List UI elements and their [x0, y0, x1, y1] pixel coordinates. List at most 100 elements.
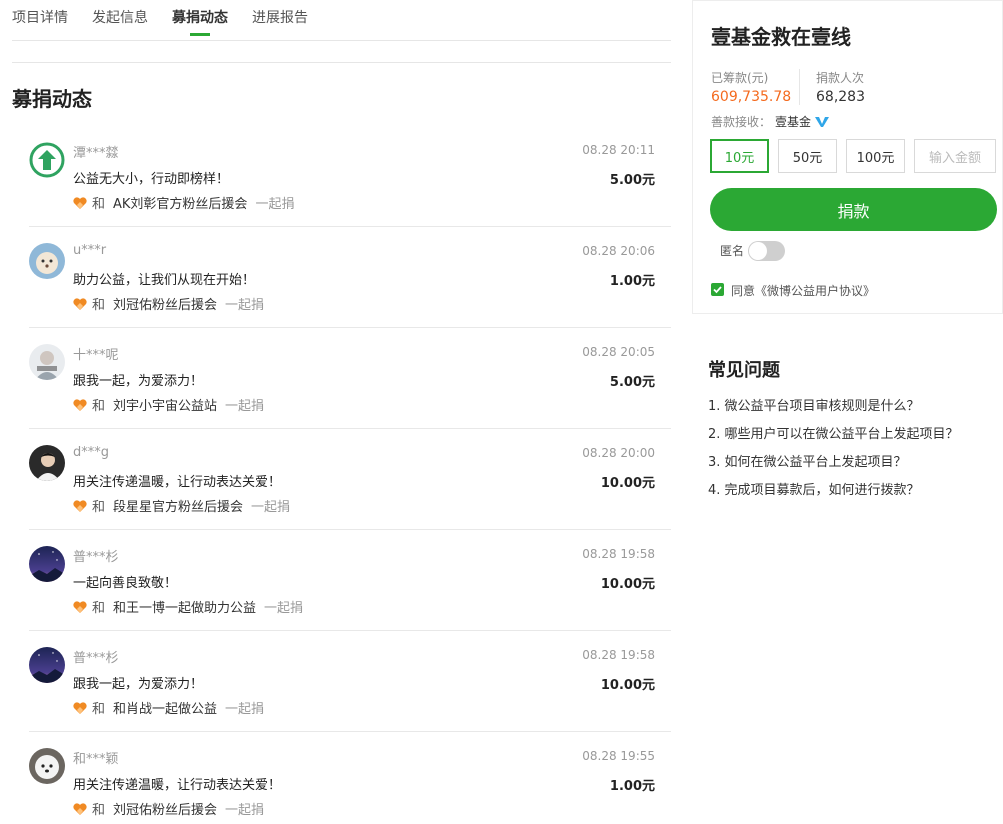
- together-line: 和 AK刘彰官方粉丝后援会 一起捐: [73, 193, 294, 212]
- donation-message: 助力公益，让我们从现在开始！: [73, 269, 255, 288]
- avatar[interactable]: [29, 647, 65, 683]
- amount-option-10[interactable]: 10元: [710, 139, 769, 173]
- agree-checkbox[interactable]: [711, 283, 724, 296]
- feed-item: 普***杉 08.28 19:58 一起向善良致敬！ 10.00元 和 和王一博…: [29, 530, 671, 631]
- agreement-link[interactable]: 同意《微博公益用户协议》: [731, 282, 875, 299]
- receiver-org[interactable]: 壹基金: [775, 113, 811, 130]
- feed-item: 十***呢 08.28 20:05 跟我一起，为爱添力！ 5.00元 和 刘宇小…: [29, 328, 671, 429]
- donor-name[interactable]: 和***颖: [73, 748, 119, 767]
- donor-name[interactable]: d***g: [73, 445, 109, 460]
- feed-item: 普***杉 08.28 19:58 跟我一起，为爱添力！ 10.00元 和 和肖…: [29, 631, 671, 732]
- fan-group-link[interactable]: 和王一博一起做助力公益: [113, 597, 256, 616]
- donation-amount: 5.00元: [610, 371, 655, 390]
- donation-amount: 1.00元: [610, 270, 655, 289]
- donor-name[interactable]: 普***杉: [73, 546, 119, 565]
- donation-message: 用关注传递温暖，让行动表达关爱！: [73, 471, 281, 490]
- heart-hands-icon: [73, 601, 87, 613]
- avatar[interactable]: [29, 243, 65, 279]
- donors-label: 捐款人次: [816, 69, 864, 86]
- avatar[interactable]: [29, 344, 65, 380]
- feed-item: 和***颖 08.28 19:55 用关注传递温暖，让行动表达关爱！ 1.00元…: [29, 732, 671, 824]
- donation-message: 跟我一起，为爱添力！: [73, 370, 203, 389]
- fan-group-link[interactable]: 刘宇小宇宙公益站: [113, 395, 217, 414]
- fan-group-link[interactable]: 和肖战一起做公益: [113, 698, 217, 717]
- project-title: 壹基金救在壹线: [711, 21, 851, 50]
- donation-time: 08.28 19:55: [582, 749, 655, 763]
- tab-donation-feed[interactable]: 募捐动态: [172, 0, 228, 40]
- sidebar: 壹基金救在壹线 已筹款(元) 609,735.78 捐款人次 68,283 善款…: [692, 0, 1003, 314]
- fan-group-link[interactable]: 段星星官方粉丝后援会: [113, 496, 243, 515]
- avatar[interactable]: [29, 445, 65, 481]
- donation-message: 公益无大小，行动即榜样！: [73, 168, 229, 187]
- feed-item: 潭***㵘 08.28 20:11 公益无大小，行动即榜样！ 5.00元 和 A…: [29, 126, 671, 227]
- raised-label: 已筹款(元): [711, 69, 768, 86]
- heart-hands-icon: [73, 197, 87, 209]
- donation-feed: 潭***㵘 08.28 20:11 公益无大小，行动即榜样！ 5.00元 和 A…: [29, 126, 671, 824]
- donate-together-label: 一起捐: [225, 395, 264, 414]
- amount-option-100[interactable]: 100元: [846, 139, 905, 173]
- feed-item: u***r 08.28 20:06 助力公益，让我们从现在开始！ 1.00元 和…: [29, 227, 671, 328]
- donation-card: 壹基金救在壹线 已筹款(元) 609,735.78 捐款人次 68,283 善款…: [692, 0, 1003, 314]
- donation-time: 08.28 19:58: [582, 648, 655, 662]
- donation-amount: 5.00元: [610, 169, 655, 188]
- donor-name[interactable]: 潭***㵘: [73, 142, 119, 161]
- amount-option-50[interactable]: 50元: [778, 139, 837, 173]
- donation-message: 一起向善良致敬！: [73, 572, 177, 591]
- receiver-line: 善款接收： 壹基金: [711, 113, 829, 130]
- raised-value: 609,735.78: [711, 89, 791, 105]
- donate-together-label: 一起捐: [225, 799, 264, 818]
- donate-together-label: 一起捐: [225, 698, 264, 717]
- donate-together-label: 一起捐: [225, 294, 264, 313]
- heart-hands-icon: [73, 803, 87, 815]
- with-label: 和: [92, 193, 105, 212]
- donate-together-label: 一起捐: [251, 496, 290, 515]
- feed-item: d***g 08.28 20:00 用关注传递温暖，让行动表达关爱！ 10.00…: [29, 429, 671, 530]
- receiver-label: 善款接收：: [711, 113, 771, 130]
- fan-group-link[interactable]: AK刘彰官方粉丝后援会: [113, 193, 247, 212]
- faq-item[interactable]: 2. 哪些用户可以在微公益平台上发起项目？: [708, 423, 959, 451]
- together-line: 和 刘冠佑粉丝后援会 一起捐: [73, 294, 264, 313]
- faq-title: 常见问题: [708, 356, 780, 382]
- faq-item[interactable]: 4. 完成项目募款后，如何进行拨款？: [708, 479, 959, 507]
- donor-name[interactable]: u***r: [73, 243, 106, 258]
- tab-initiator-info[interactable]: 发起信息: [92, 0, 148, 40]
- donation-amount: 10.00元: [601, 674, 655, 693]
- avatar[interactable]: [29, 748, 65, 784]
- together-line: 和 和王一博一起做助力公益 一起捐: [73, 597, 303, 616]
- main-column: 项目详情 发起信息 募捐动态 进展报告 募捐动态 潭***㵘 08.28 20:…: [12, 0, 671, 824]
- custom-amount-input[interactable]: 输入金额: [914, 139, 996, 173]
- fan-group-link[interactable]: 刘冠佑粉丝后援会: [113, 799, 217, 818]
- donate-together-label: 一起捐: [264, 597, 303, 616]
- anonymous-toggle[interactable]: [748, 241, 785, 261]
- avatar[interactable]: [29, 142, 65, 178]
- faq-item[interactable]: 1. 微公益平台项目审核规则是什么？: [708, 395, 959, 423]
- anonymous-label: 匿名: [720, 242, 744, 259]
- donate-button[interactable]: 捐款: [710, 188, 997, 231]
- donation-amount: 10.00元: [601, 573, 655, 592]
- donation-time: 08.28 20:06: [582, 244, 655, 258]
- donation-amount: 10.00元: [601, 472, 655, 491]
- faq-item[interactable]: 3. 如何在微公益平台上发起项目？: [708, 451, 959, 479]
- fan-group-link[interactable]: 刘冠佑粉丝后援会: [113, 294, 217, 313]
- donation-time: 08.28 20:11: [582, 143, 655, 157]
- donor-name[interactable]: 十***呢: [73, 344, 119, 363]
- donation-time: 08.28 20:00: [582, 446, 655, 460]
- donation-time: 08.28 19:58: [582, 547, 655, 561]
- with-label: 和: [92, 698, 105, 717]
- donor-name[interactable]: 普***杉: [73, 647, 119, 666]
- together-line: 和 段星星官方粉丝后援会 一起捐: [73, 496, 290, 515]
- with-label: 和: [92, 294, 105, 313]
- together-line: 和 刘冠佑粉丝后援会 一起捐: [73, 799, 264, 818]
- with-label: 和: [92, 799, 105, 818]
- check-icon: [712, 284, 723, 295]
- verified-icon: [815, 116, 829, 128]
- donation-time: 08.28 20:05: [582, 345, 655, 359]
- donation-amount: 1.00元: [610, 775, 655, 794]
- tab-project-details[interactable]: 项目详情: [12, 0, 68, 40]
- tab-progress-report[interactable]: 进展报告: [252, 0, 308, 40]
- tab-bar: 项目详情 发起信息 募捐动态 进展报告: [12, 0, 671, 41]
- together-line: 和 刘宇小宇宙公益站 一起捐: [73, 395, 264, 414]
- avatar[interactable]: [29, 546, 65, 582]
- with-label: 和: [92, 597, 105, 616]
- heart-hands-icon: [73, 399, 87, 411]
